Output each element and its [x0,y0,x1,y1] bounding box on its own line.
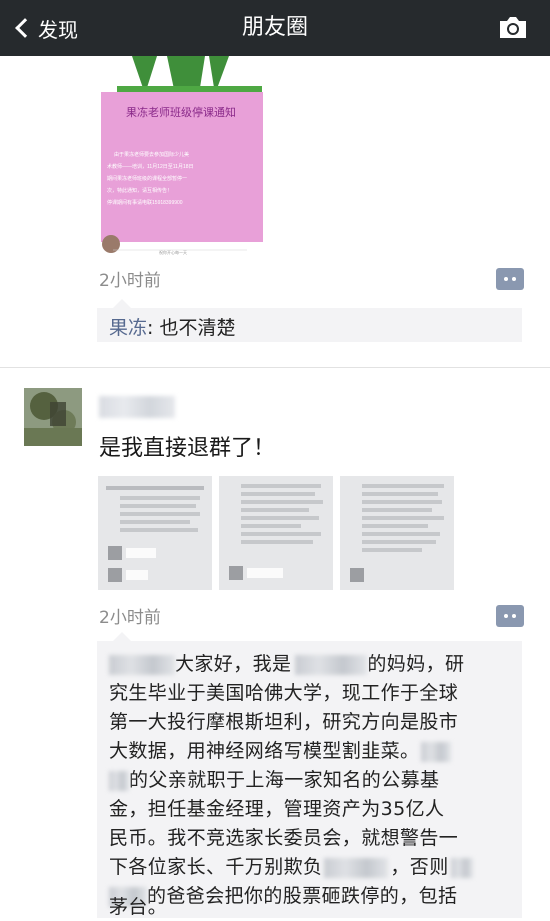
redacted-name [421,741,452,762]
comment-line: 金，担任基金经理，管理资产为35亿人 [109,798,445,820]
comment-line: 第一大投行摩根斯坦利，研究方向是股市 [109,711,459,733]
comment-box: 果冻: 也不清楚 [97,299,522,342]
notice-footer: 祝你开心每一天 [159,249,187,255]
comment-text: : 也不清楚 [147,317,236,339]
comment-button[interactable] [496,268,524,290]
redacted-name[interactable] [109,654,175,675]
notice-image[interactable]: 果冻老师班级停课通知 由于果冻老师要去参加国际少儿美 术教师——培训，11月12… [97,56,272,261]
notice-line: 术教师——培训，11月12日至11月18日 [107,163,194,170]
redacted-name [295,654,368,675]
comment-line: 的父亲就职于上海一家知名的公募基 [109,765,439,792]
post-text: 是我直接退群了！ [99,436,276,461]
comment-line: 茅台。 [109,896,168,918]
comment-row: 果冻: 也不清楚 [109,313,235,340]
post-time: 2小时前 [99,271,161,291]
top-nav-bar: 发现 朋友圈 [0,0,550,56]
redacted-name [450,857,473,878]
notice-line: 由于果冻老师要去参加国际少儿美 [114,151,189,158]
post-time: 2小时前 [99,608,161,628]
comment-line: 大家好，我是 的妈妈，研 [109,649,464,676]
camera-icon[interactable] [498,15,528,39]
comment-line: 下各位家长、千万别欺负 ，否则 [109,852,473,879]
post-divider [0,367,550,368]
comment-box: 大家好，我是 的妈妈，研 究生毕业于美国哈佛大学，现工作于全球 第一大投行摩根斯坦… [97,632,522,918]
author-name[interactable] [99,396,175,418]
post-thumbnail[interactable] [340,476,454,590]
post-thumbnail[interactable] [98,476,212,590]
notice-line: 停课期间有事请电联15918399900 [107,199,183,206]
avatar[interactable] [24,388,82,446]
redacted-name [324,857,389,878]
redacted-name [109,770,129,791]
page-title: 朋友圈 [241,15,308,40]
comment-author[interactable]: 果冻 [109,317,147,339]
comment-line: 民币。我不竞选家长委员会，就想警告一 [109,827,459,849]
notice-line: 期间果冻老师班级的课程全部暂停一 [107,175,187,182]
notice-title: 果冻老师班级停课通知 [126,105,236,119]
post-thumbnail[interactable] [219,476,333,590]
comment-line: 大数据，用神经网络写模型割韭菜。 [109,736,452,763]
notice-line: 次，特此通知，请互相传告！ [107,187,172,194]
comment-button[interactable] [496,605,524,627]
comment-line: 究生毕业于美国哈佛大学，现工作于全球 [109,682,459,704]
